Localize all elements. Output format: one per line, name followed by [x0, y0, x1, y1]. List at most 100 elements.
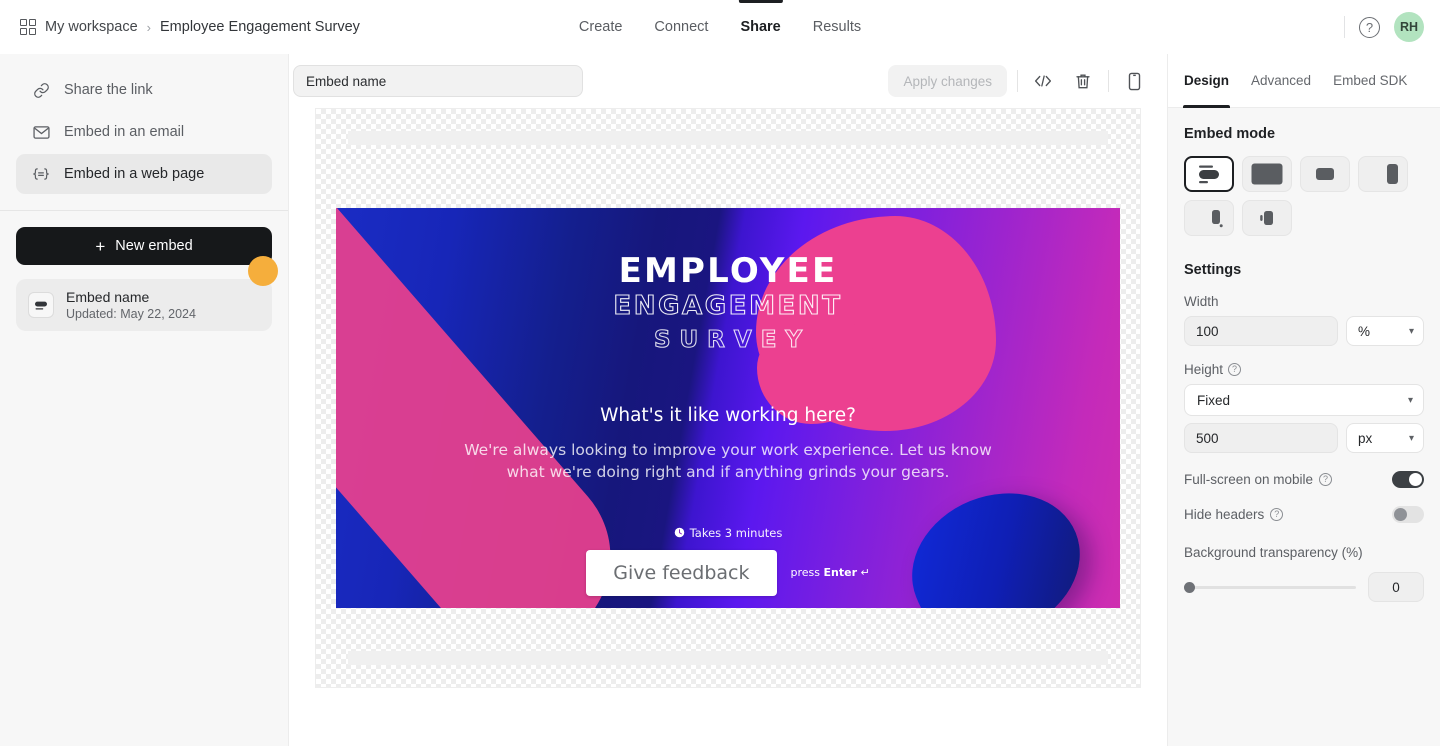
- avatar[interactable]: RH: [1394, 12, 1424, 42]
- sidebar-divider: [0, 210, 288, 211]
- tab-embed-sdk[interactable]: Embed SDK: [1333, 54, 1407, 108]
- preview-area: EMPLOYEE ENGAGEMENT SURVEY What's it lik…: [289, 108, 1167, 746]
- transparency-slider[interactable]: [1184, 581, 1356, 593]
- height-mode-value: Fixed: [1197, 392, 1231, 408]
- slider-right-icon: [1387, 164, 1398, 184]
- breadcrumb-separator-icon: ›: [146, 19, 152, 35]
- sidebar-item-embed-in-a-web-page[interactable]: Embed in a web page: [16, 154, 272, 194]
- tab-design[interactable]: Design: [1182, 54, 1231, 108]
- trash-icon[interactable]: [1068, 66, 1098, 96]
- popup-icon: [1316, 168, 1334, 180]
- embed-mode-slider-right[interactable]: [1358, 156, 1408, 192]
- survey-title-line-2: ENGAGEMENT: [613, 290, 843, 321]
- embed-name-input[interactable]: [293, 65, 583, 97]
- share-method-list: Share the link Embed in an email Embed i…: [16, 70, 272, 210]
- hide-headers-help-icon[interactable]: ?: [1270, 508, 1284, 521]
- height-mode-select[interactable]: Fixed ▾: [1184, 384, 1424, 416]
- height-input[interactable]: [1184, 423, 1338, 453]
- width-label-text: Width: [1184, 294, 1219, 309]
- hide-headers-label: Hide headers ?: [1184, 507, 1284, 522]
- sidebar-item-share-the-link[interactable]: Share the link: [16, 70, 272, 110]
- sidebar-item-embed-in-an-email[interactable]: Embed in an email: [16, 112, 272, 152]
- survey-duration: Takes 3 minutes: [336, 526, 1120, 540]
- embed-toolbar: Apply changes: [289, 54, 1167, 108]
- breadcrumb-workspace[interactable]: My workspace: [45, 19, 138, 35]
- embed-mode-heading: Embed mode: [1184, 126, 1276, 142]
- workspace-grid-icon[interactable]: [20, 19, 36, 35]
- give-feedback-button[interactable]: Give feedback: [586, 549, 777, 596]
- survey-title-line-3: SURVEY: [653, 326, 812, 353]
- breadcrumb: My workspace › Employee Engagement Surve…: [20, 19, 360, 35]
- code-icon[interactable]: [1028, 66, 1058, 96]
- full-page-icon: [1251, 163, 1283, 185]
- fullscreen-on-mobile-row: Full-screen on mobile ?: [1184, 471, 1424, 488]
- height-value-row: px ▾: [1184, 423, 1424, 453]
- survey-cta-row: Give feedback press Enter ↵: [336, 549, 1120, 596]
- new-embed-label: New embed: [115, 238, 193, 254]
- transparency-input[interactable]: [1368, 572, 1424, 602]
- embed-list-item[interactable]: Embed name Updated: May 22, 2024: [16, 256, 278, 331]
- embed-mode-standard-inline[interactable]: [1184, 156, 1234, 192]
- width-row: % ▾: [1184, 316, 1424, 346]
- envelope-icon: [32, 123, 50, 141]
- width-unit-select[interactable]: % ▾: [1346, 316, 1424, 346]
- sidebar-item-label: Embed in a web page: [64, 166, 205, 182]
- breadcrumb-project[interactable]: Employee Engagement Survey: [160, 19, 360, 35]
- height-label: Height ?: [1184, 362, 1424, 377]
- embed-mode-side-tab[interactable]: [1242, 200, 1292, 236]
- code-brace-icon: [32, 165, 50, 183]
- app-body: Share the link Embed in an email Embed i…: [0, 54, 1440, 746]
- side-tab-icon: [1260, 211, 1273, 225]
- app-root: My workspace › Employee Engagement Surve…: [0, 0, 1440, 746]
- sidebar-item-label: Share the link: [64, 82, 153, 98]
- right-settings-panel: Design Advanced Embed SDK Embed mode Set…: [1168, 54, 1440, 746]
- embed-item-updated: Updated: May 22, 2024: [66, 307, 196, 321]
- fullscreen-label-text: Full-screen on mobile: [1184, 472, 1314, 487]
- embed-mode-options: [1184, 156, 1424, 236]
- chevron-down-icon: ▾: [1408, 325, 1414, 337]
- sidebar-item-label: Embed in an email: [64, 124, 185, 140]
- new-embed-button[interactable]: + New embed: [16, 227, 272, 265]
- transparency-slider-knob[interactable]: [1184, 581, 1195, 593]
- survey-question: What's it like working here?: [600, 405, 856, 427]
- embed-item-title: Embed name: [66, 289, 150, 305]
- page-skeleton-top: [347, 131, 1109, 145]
- nav-tab-results[interactable]: Results: [813, 0, 861, 54]
- embed-thumbnail-icon: [28, 292, 54, 318]
- embed-mode-popup[interactable]: [1300, 156, 1350, 192]
- page-skeleton-bottom: [347, 651, 1109, 665]
- survey-embed-preview[interactable]: EMPLOYEE ENGAGEMENT SURVEY What's it lik…: [336, 208, 1120, 608]
- cursor-highlight-indicator: [248, 256, 278, 286]
- nav-tab-connect[interactable]: Connect: [654, 0, 708, 54]
- survey-content: EMPLOYEE ENGAGEMENT SURVEY What's it lik…: [336, 208, 1120, 596]
- width-input[interactable]: [1184, 316, 1338, 346]
- mobile-preview-icon[interactable]: [1119, 66, 1149, 96]
- apply-changes-button[interactable]: Apply changes: [888, 65, 1007, 97]
- help-icon[interactable]: ?: [1359, 16, 1380, 38]
- design-tab-content: Embed mode Settings Width 100 % ▾ Height…: [1168, 108, 1440, 602]
- clock-icon: [674, 527, 684, 538]
- embed-mode-full-page[interactable]: [1242, 156, 1292, 192]
- standard-inline-icon: [1199, 165, 1219, 184]
- nav-tab-create[interactable]: Create: [579, 0, 623, 54]
- toolbar-actions: Apply changes: [888, 65, 1149, 97]
- transparency-label: Background transparency (%): [1184, 545, 1363, 560]
- fullscreen-toggle[interactable]: [1392, 471, 1424, 488]
- height-unit-select[interactable]: px ▾: [1346, 423, 1424, 453]
- survey-duration-label: Takes 3 minutes: [689, 525, 783, 540]
- survey-description: We're always looking to improve your wor…: [464, 441, 992, 482]
- fullscreen-help-icon[interactable]: ?: [1319, 473, 1333, 486]
- toolbar-divider-2: [1108, 70, 1109, 92]
- main-nav-tabs: Create Connect Share Results: [579, 0, 861, 54]
- tab-advanced[interactable]: Advanced: [1251, 54, 1311, 108]
- toolbar-divider: [1017, 70, 1018, 92]
- nav-tab-share[interactable]: Share: [738, 0, 784, 54]
- hide-headers-toggle[interactable]: [1392, 506, 1424, 523]
- press-enter-hint: press Enter ↵: [791, 566, 870, 579]
- embed-mode-popover-bottom-right[interactable]: [1184, 200, 1234, 236]
- link-icon: [32, 81, 50, 99]
- height-help-icon[interactable]: ?: [1228, 363, 1242, 376]
- transparency-row: [1184, 572, 1424, 602]
- app-header: My workspace › Employee Engagement Surve…: [0, 0, 1440, 54]
- fullscreen-label: Full-screen on mobile ?: [1184, 472, 1333, 487]
